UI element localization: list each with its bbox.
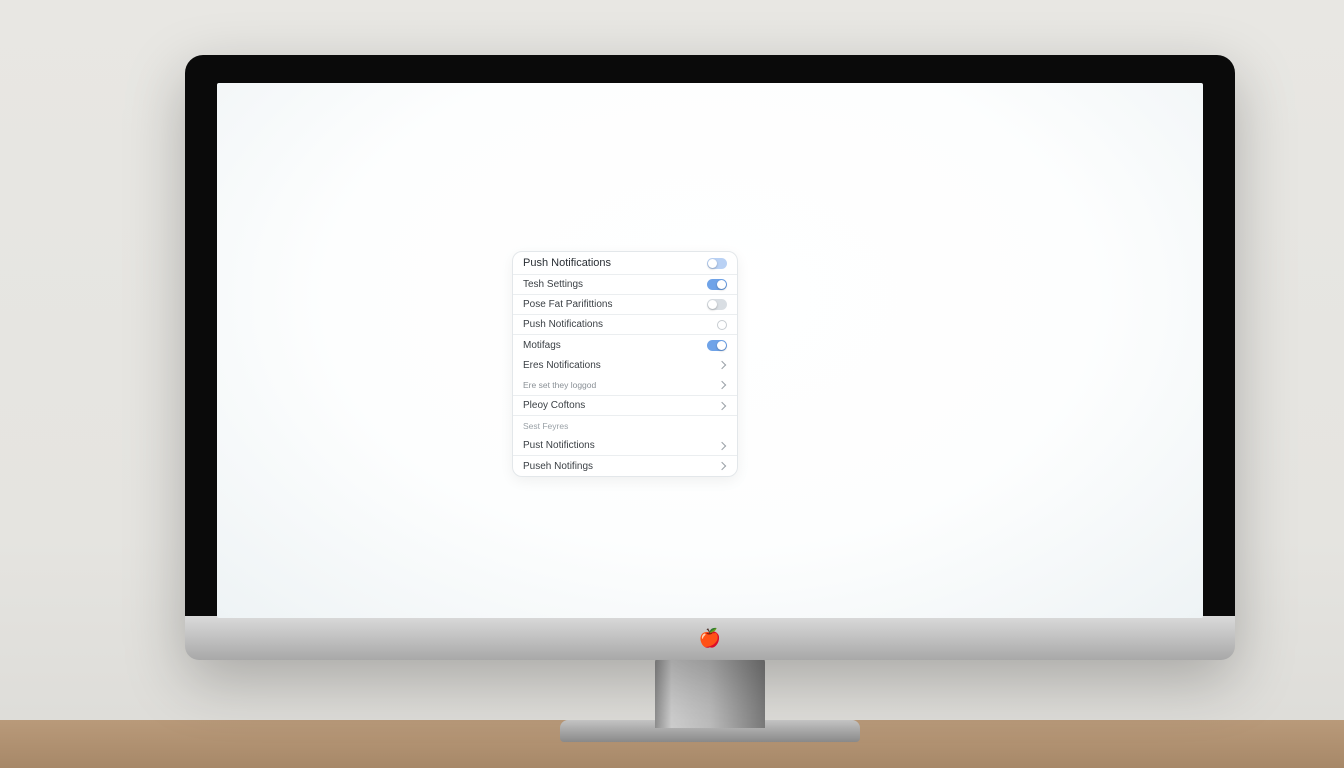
chevron-right-icon xyxy=(718,441,726,449)
row-label: Eres Notifications xyxy=(523,360,601,371)
circle-icon xyxy=(717,320,727,330)
row-label: Puseh Notifings xyxy=(523,461,593,472)
toggle-knob xyxy=(717,280,726,289)
notification-settings-card: Push Notifications Tesh Settings Pose Fat … xyxy=(512,251,738,477)
row-label: Push Notifications xyxy=(523,257,611,269)
settings-row[interactable]: Puseh Notifings xyxy=(513,456,737,476)
row-label: Pose Fat Parifittions xyxy=(523,299,612,310)
settings-row[interactable]: Ere set they loggod xyxy=(513,375,737,396)
monitor-chin: 🍎 xyxy=(185,616,1235,660)
row-label: Tesh Settings xyxy=(523,279,583,290)
chevron-right-icon xyxy=(718,401,726,409)
chevron-right-icon xyxy=(718,381,726,389)
chevron-right-icon xyxy=(718,462,726,470)
toggle-switch[interactable] xyxy=(707,340,727,351)
settings-row: Tesh Settings xyxy=(513,275,737,295)
toggle-switch[interactable] xyxy=(707,258,727,269)
row-label: Pleoy Coftons xyxy=(523,400,585,411)
settings-row: Push Notifications xyxy=(513,252,737,275)
settings-row[interactable]: Pleoy Coftons xyxy=(513,396,737,416)
settings-row[interactable]: Eres Notifications xyxy=(513,355,737,375)
row-label: Push Notifications xyxy=(523,319,603,330)
settings-row: Pose Fat Parifittions xyxy=(513,295,737,315)
toggle-knob xyxy=(717,341,726,350)
toggle-switch[interactable] xyxy=(707,279,727,290)
toggle-switch[interactable] xyxy=(707,299,727,310)
chevron-right-icon xyxy=(718,361,726,369)
row-label: Ere set they loggod xyxy=(523,380,596,390)
apple-logo-icon: 🍎 xyxy=(699,628,722,649)
settings-row[interactable]: Pust Notifictions xyxy=(513,436,737,456)
row-label: Sest Feyres xyxy=(523,421,568,431)
settings-row: Motifags xyxy=(513,335,737,355)
monitor-stand-neck xyxy=(655,658,765,728)
row-label: Pust Notifictions xyxy=(523,440,595,451)
toggle-knob xyxy=(708,300,717,309)
settings-row: Push Notifications xyxy=(513,315,737,335)
row-label: Motifags xyxy=(523,340,561,351)
display-screen: Push Notifications Tesh Settings Pose Fat … xyxy=(217,83,1203,618)
settings-row: Sest Feyres xyxy=(513,416,737,436)
toggle-knob xyxy=(708,259,717,268)
